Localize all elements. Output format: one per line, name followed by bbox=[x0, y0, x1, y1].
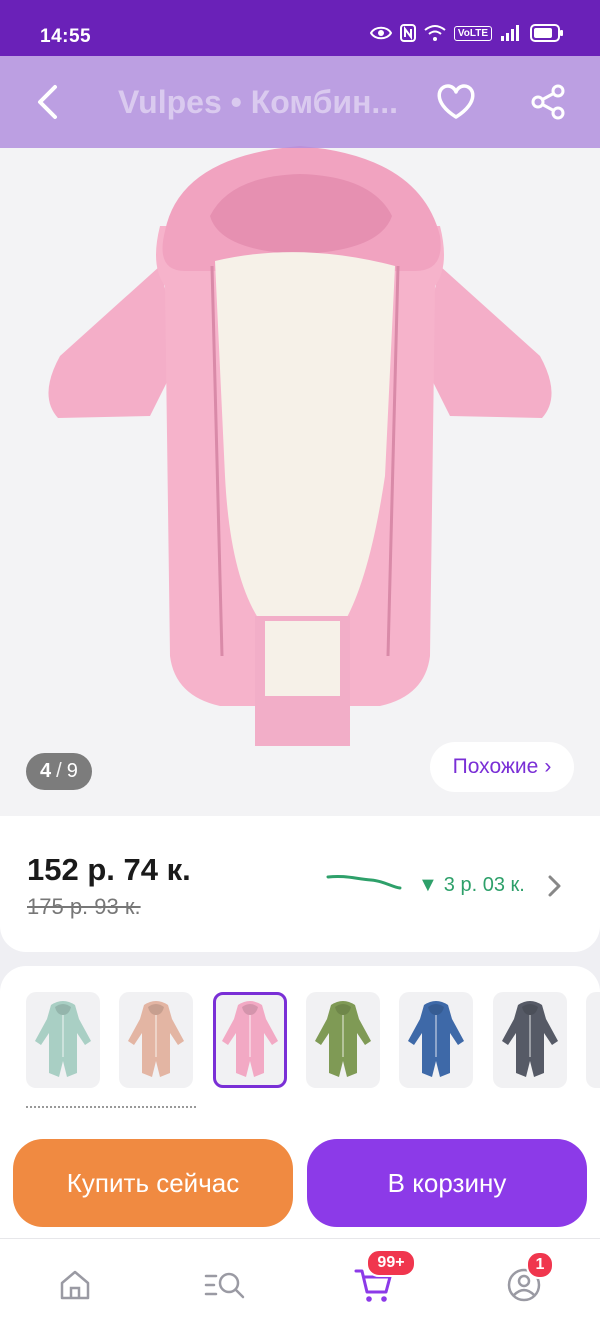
variant-thumb-blue[interactable] bbox=[399, 992, 474, 1088]
action-bar: Купить сейчас В корзину bbox=[0, 1126, 600, 1238]
similar-products-button[interactable]: Похожие › bbox=[430, 742, 574, 792]
jumpsuit-thumbnail bbox=[128, 1001, 185, 1077]
nav-profile[interactable]: 1 bbox=[500, 1251, 554, 1309]
price-history-chevron-icon[interactable] bbox=[544, 874, 564, 898]
image-counter-current: 4 bbox=[40, 760, 52, 782]
jumpsuit-thumbnail bbox=[221, 1001, 278, 1077]
variant-thumb-graphite[interactable] bbox=[492, 992, 567, 1088]
favorite-button[interactable] bbox=[432, 78, 480, 126]
page-title: Vulpes • Комбин... bbox=[118, 84, 399, 120]
top-app-bar: Vulpes • Комбин... bbox=[0, 56, 600, 148]
buy-now-button[interactable]: Купить сейчас bbox=[13, 1139, 293, 1227]
share-button[interactable] bbox=[524, 78, 572, 126]
product-image bbox=[0, 56, 600, 816]
price-drop-indicator[interactable]: ▼ 3 р. 03 к. bbox=[418, 874, 525, 897]
status-bar: 14:55 VoLTE bbox=[0, 0, 600, 56]
bottom-navigation: 99+ 1 bbox=[0, 1238, 600, 1331]
image-counter-separator: / bbox=[56, 760, 62, 782]
variant-thumb-mint[interactable] bbox=[26, 992, 100, 1088]
volte-indicator: VoLTE bbox=[453, 25, 492, 41]
nav-catalog[interactable] bbox=[201, 1261, 249, 1309]
signal-icon bbox=[501, 25, 519, 41]
profile-badge: 1 bbox=[526, 1251, 554, 1279]
price-card: 152 р. 74 к. 175 р. 93 к. ▼ 3 р. 03 к. bbox=[0, 816, 600, 952]
home-icon bbox=[60, 1270, 90, 1300]
truncated-description bbox=[26, 1106, 196, 1112]
nfc-icon bbox=[399, 24, 416, 42]
jumpsuit-thumbnail bbox=[501, 1001, 558, 1077]
color-variants bbox=[0, 966, 600, 1126]
current-price: 152 р. 74 к. bbox=[27, 852, 191, 887]
price-trend-chart[interactable] bbox=[326, 871, 402, 895]
variant-thumb-pink[interactable] bbox=[212, 992, 287, 1088]
cart-badge: 99+ bbox=[366, 1249, 416, 1277]
heart-icon bbox=[437, 84, 475, 119]
add-to-cart-button[interactable]: В корзину bbox=[307, 1139, 587, 1227]
nav-home[interactable] bbox=[51, 1261, 99, 1309]
jumpsuit-thumbnail bbox=[35, 1001, 91, 1077]
status-icons: VoLTE bbox=[369, 24, 564, 42]
triangle-down-icon: ▼ bbox=[418, 874, 438, 896]
chevron-left-icon bbox=[38, 85, 57, 119]
product-image-gallery[interactable] bbox=[0, 56, 600, 816]
catalog-search-icon bbox=[204, 1272, 245, 1299]
similar-products-label: Похожие bbox=[452, 755, 539, 778]
variant-thumb-beige[interactable] bbox=[119, 992, 194, 1088]
image-counter: 4 / 9 bbox=[26, 753, 92, 790]
image-counter-total: 9 bbox=[66, 760, 78, 782]
nav-cart[interactable]: 99+ bbox=[350, 1249, 416, 1309]
battery-icon bbox=[530, 24, 563, 42]
chevron-right-icon: › bbox=[544, 755, 552, 778]
status-time: 14:55 bbox=[40, 26, 92, 47]
eye-icon bbox=[369, 26, 392, 40]
wifi-icon bbox=[424, 25, 446, 41]
jumpsuit-thumbnail bbox=[408, 1001, 465, 1077]
price-drop-amount: 3 р. 03 к. bbox=[443, 874, 525, 896]
variant-thumb-partial[interactable] bbox=[585, 992, 600, 1088]
back-button[interactable] bbox=[24, 78, 72, 126]
variant-thumb-olive[interactable] bbox=[305, 992, 380, 1088]
share-icon bbox=[531, 84, 565, 120]
old-price: 175 р. 93 к. bbox=[27, 894, 141, 919]
jumpsuit-thumbnail bbox=[314, 1001, 371, 1077]
